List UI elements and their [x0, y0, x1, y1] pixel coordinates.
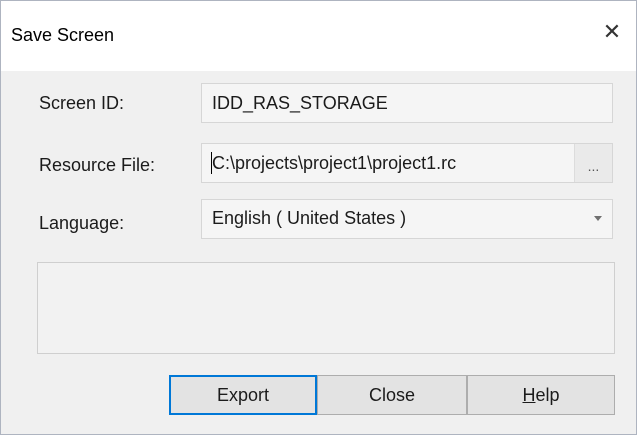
- title-bar[interactable]: Save Screen ✕: [1, 1, 636, 71]
- save-screen-dialog: Save Screen ✕ Screen ID: IDD_RAS_STORAGE…: [0, 0, 637, 435]
- language-label: Language:: [39, 213, 125, 233]
- chevron-down-icon[interactable]: [594, 216, 602, 221]
- resource-file-value: C:\projects\project1\project1.rc: [212, 153, 457, 173]
- export-button-label: Export: [216, 385, 270, 405]
- text-caret: [211, 152, 212, 174]
- help-button-mnemonic: H: [522, 385, 536, 405]
- help-button[interactable]: Help: [467, 375, 615, 415]
- screen-id-label: Screen ID:: [39, 93, 125, 113]
- screen-id-value: IDD_RAS_STORAGE: [212, 93, 388, 113]
- resource-file-field[interactable]: C:\projects\project1\project1.rc ...: [201, 143, 613, 183]
- message-area: [37, 262, 615, 354]
- close-icon[interactable]: ✕: [601, 19, 623, 45]
- close-button-label: Close: [368, 385, 416, 405]
- export-button[interactable]: Export: [169, 375, 317, 415]
- close-button[interactable]: Close: [317, 375, 467, 415]
- dialog-title: Save Screen: [11, 25, 115, 45]
- screen-id-field[interactable]: IDD_RAS_STORAGE: [201, 83, 613, 123]
- resource-file-label: Resource File:: [39, 155, 156, 175]
- browse-button[interactable]: ...: [574, 144, 612, 182]
- language-value: English ( United States ): [212, 208, 407, 228]
- language-select[interactable]: English ( United States ): [201, 199, 613, 239]
- help-button-label: elp: [535, 385, 560, 405]
